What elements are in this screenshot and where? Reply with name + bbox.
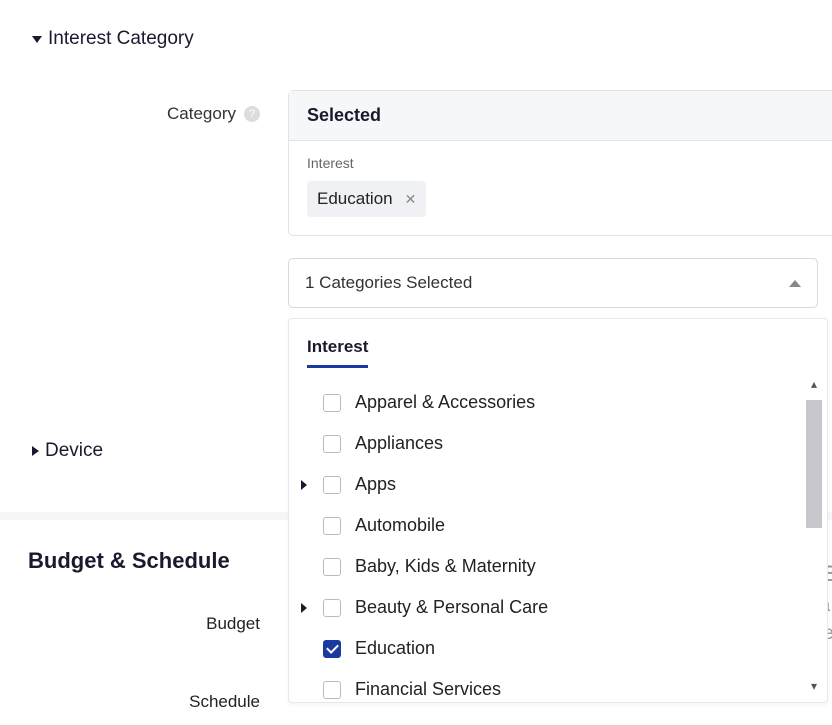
checkbox[interactable] (323, 394, 341, 412)
dropdown-item[interactable]: Appliances (289, 423, 827, 464)
budget-label: Budget (0, 614, 260, 634)
dropdown-item[interactable]: Financial Services (289, 669, 827, 702)
chip-label: Education (317, 189, 393, 209)
caret-right-icon (32, 446, 39, 456)
chip-remove-icon[interactable]: ✕ (405, 191, 417, 208)
dropdown-item[interactable]: Automobile (289, 505, 827, 546)
dropdown-item[interactable]: Education (289, 628, 827, 669)
dropdown-item-label: Appliances (355, 433, 443, 454)
dropdown-item-label: Education (355, 638, 435, 659)
scrollbar[interactable]: ▴ ▾ (805, 376, 823, 694)
dropdown-item[interactable]: Beauty & Personal Care (289, 587, 827, 628)
category-label: Category (167, 104, 236, 124)
checkbox[interactable] (323, 640, 341, 658)
dropdown-item-label: Automobile (355, 515, 445, 536)
checkbox[interactable] (323, 517, 341, 535)
section-interest-category[interactable]: Interest Category (0, 0, 832, 50)
selected-header: Selected (289, 91, 832, 141)
dropdown-item[interactable]: Apps (289, 464, 827, 505)
caret-down-icon (32, 36, 42, 43)
dropdown-item-label: Apps (355, 474, 396, 495)
dropdown-item-label: Financial Services (355, 679, 501, 700)
schedule-label: Schedule (0, 692, 260, 712)
dropdown-item-label: Beauty & Personal Care (355, 597, 548, 618)
dropdown-item[interactable]: Apparel & Accessories (289, 382, 827, 423)
dropdown-item[interactable]: Baby, Kids & Maternity (289, 546, 827, 587)
dropdown-list: Apparel & Accessories Appliances Apps Autom… (289, 368, 827, 702)
category-dropdown: Interest Apparel & Accessories Appliances… (288, 318, 828, 703)
section-title: Device (45, 440, 103, 462)
dropdown-tab-interest[interactable]: Interest (307, 337, 368, 368)
checkbox[interactable] (323, 599, 341, 617)
section-title: Interest Category (48, 28, 194, 50)
checkbox[interactable] (323, 681, 341, 699)
help-icon[interactable]: ? (244, 106, 260, 122)
chevron-up-icon (789, 280, 801, 287)
category-select[interactable]: 1 Categories Selected (288, 258, 818, 308)
dropdown-item-label: Apparel & Accessories (355, 392, 535, 413)
dropdown-item-label: Baby, Kids & Maternity (355, 556, 536, 577)
checkbox[interactable] (323, 435, 341, 453)
caret-right-icon[interactable] (301, 603, 307, 613)
scroll-down-icon[interactable]: ▾ (805, 678, 823, 694)
section-title: Budget & Schedule (28, 548, 230, 574)
selected-chip: Education ✕ (307, 181, 426, 217)
scroll-thumb[interactable] (806, 400, 822, 528)
checkbox[interactable] (323, 476, 341, 494)
caret-right-icon[interactable] (301, 480, 307, 490)
scroll-up-icon[interactable]: ▴ (805, 376, 823, 392)
selected-panel: Selected Interest Education ✕ (288, 90, 832, 236)
checkbox[interactable] (323, 558, 341, 576)
select-summary: 1 Categories Selected (305, 273, 472, 293)
selected-group-label: Interest (307, 155, 814, 171)
